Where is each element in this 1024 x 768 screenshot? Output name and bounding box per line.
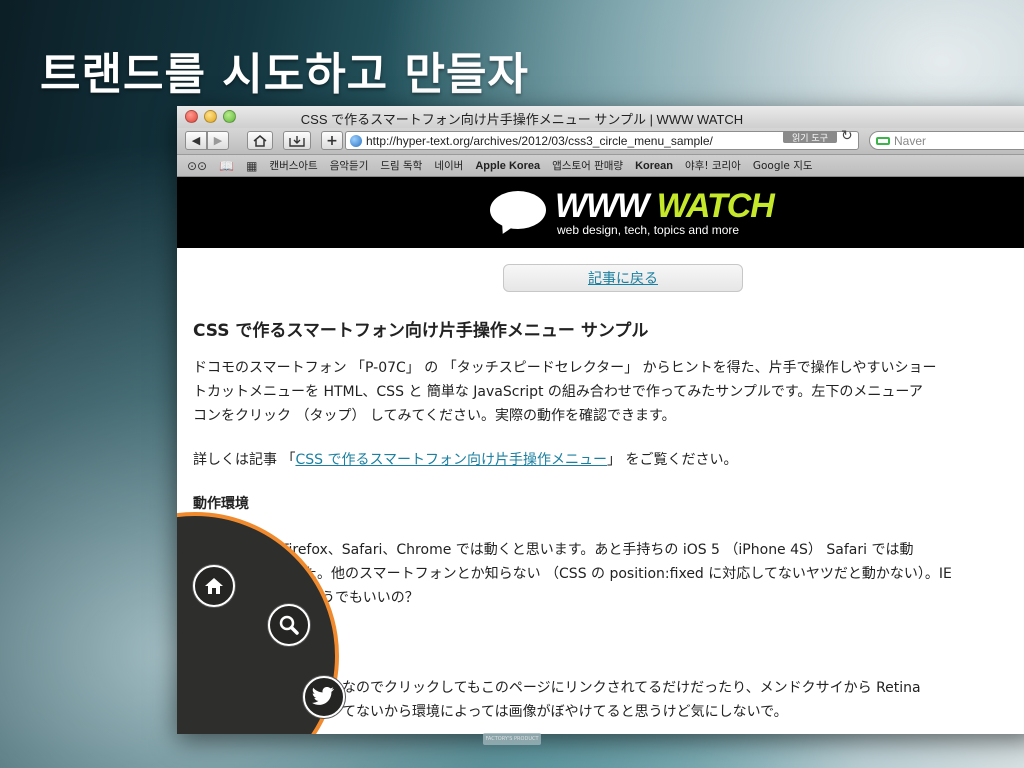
text-line: てないから環境によっては画像がぼやけてると思うけど気にしないで。 bbox=[342, 704, 788, 720]
search-icon bbox=[279, 615, 299, 635]
back-to-article-button[interactable]: 記事に戻る bbox=[503, 264, 743, 292]
bookmark-item[interactable]: Google 지도 bbox=[753, 158, 813, 173]
reader-button[interactable]: 읽기 도구 bbox=[783, 131, 837, 144]
speech-bubble-logo-icon bbox=[490, 191, 546, 229]
site-logo[interactable]: WWW WATCH bbox=[555, 187, 775, 226]
search-placeholder: Naver bbox=[894, 133, 927, 148]
text-line: なのでクリックしてもこのページにリンクされてるだけだったり、メンドクサイから R… bbox=[342, 680, 921, 696]
logo-www: WWW bbox=[555, 187, 649, 225]
toolbar: ◀ ▶ + http://hyper-text.org/archives/201… bbox=[177, 128, 1024, 155]
text-line: ドコモのスマートフォン 「P-07C」 の 「タッチスピードセレクター」 からヒ… bbox=[193, 360, 937, 376]
bookmark-item[interactable]: 캔버스아트 bbox=[269, 158, 317, 173]
back-arrow-icon: ◀ bbox=[191, 134, 201, 147]
home-button[interactable] bbox=[247, 131, 273, 150]
bookmarks-book-icon[interactable]: 📖 bbox=[219, 159, 234, 173]
plus-icon: + bbox=[326, 132, 338, 149]
bookmark-item[interactable]: 네이버 bbox=[434, 158, 463, 173]
forward-arrow-icon: ▶ bbox=[213, 134, 223, 147]
window-title: CSS で作るスマートフォン向け片手操作メニュー サンプル | WWW WATC… bbox=[300, 112, 744, 127]
home-icon bbox=[205, 578, 223, 594]
slide-title: 트랜드를 시도하고 만들자 bbox=[40, 49, 529, 100]
back-to-article-link[interactable]: 記事に戻る bbox=[588, 268, 658, 288]
globe-icon bbox=[350, 134, 362, 147]
title-bar: CSS で作るスマートフォン向け片手操作メニュー サンプル | WWW WATC… bbox=[177, 106, 1024, 128]
text-line: トカットメニューを HTML、CSS と 簡単な JavaScript の組み合… bbox=[193, 384, 923, 400]
bookmark-item[interactable]: 앱스토어 판매량 bbox=[552, 158, 623, 173]
bookmark-item[interactable]: Korean bbox=[635, 160, 673, 172]
browser-window: CSS で作るスマートフォン向け片手操作メニュー サンプル | WWW WATC… bbox=[177, 106, 1024, 734]
bookmark-item[interactable]: 음악듣기 bbox=[330, 158, 369, 173]
back-nav-button[interactable]: ◀ bbox=[185, 131, 207, 150]
section-heading: 動作環境 bbox=[193, 496, 249, 512]
new-tab-button[interactable]: + bbox=[321, 131, 343, 150]
address-bar[interactable]: http://hyper-text.org/archives/2012/03/c… bbox=[345, 131, 859, 150]
menu-home-button[interactable] bbox=[193, 565, 235, 607]
twitter-icon bbox=[312, 687, 335, 705]
detail-paragraph: 詳しくは記事 「CSS で作るスマートフォン向け片手操作メニュー」 をご覧くださ… bbox=[193, 452, 738, 468]
url-text: http://hyper-text.org/archives/2012/03/c… bbox=[366, 133, 713, 148]
text-line: 現在最新版の Firefox、Safari、Chrome では動くと思います。あ… bbox=[193, 542, 914, 558]
search-input[interactable]: Naver bbox=[869, 131, 1024, 150]
top-sites-grid-icon[interactable]: ▦ bbox=[246, 159, 257, 173]
bookmark-tray-icon bbox=[289, 135, 305, 147]
bookmark-item[interactable]: Apple Korea bbox=[475, 160, 540, 172]
logo-watch: WATCH bbox=[656, 187, 775, 225]
article-link[interactable]: CSS で作るスマートフォン向け片手操作メニュー bbox=[295, 452, 607, 468]
bookmark-item[interactable]: 야후! 코리아 bbox=[685, 158, 741, 173]
forward-nav-button[interactable]: ▶ bbox=[207, 131, 229, 150]
footer-badge: FACTORY'S PRODUCT bbox=[483, 733, 541, 745]
site-header: WWW WATCH web design, tech, topics and m… bbox=[177, 177, 1024, 248]
intro-paragraph: ドコモのスマートフォン 「P-07C」 の 「タッチスピードセレクター」 からヒ… bbox=[193, 356, 936, 428]
reload-icon[interactable]: ↻ bbox=[841, 128, 853, 144]
note-paragraph: なのでクリックしてもこのページにリンクされてるだけだったり、メンドクサイから R… bbox=[342, 676, 921, 724]
site-tagline: web design, tech, topics and more bbox=[557, 223, 740, 237]
text-line: コンをクリック （タップ） してみてください。実際の動作を確認できます。 bbox=[193, 408, 676, 424]
bookmarks-bar: ⊙⊙ 📖 ▦ 캔버스아트 음악듣기 드림 독학 네이버 Apple Korea … bbox=[177, 155, 1024, 177]
page-title: CSS で作るスマートフォン向け片手操作メニュー サンプル bbox=[193, 321, 649, 341]
house-icon bbox=[253, 134, 267, 147]
menu-search-button[interactable] bbox=[268, 604, 310, 646]
add-bookmark-button[interactable] bbox=[283, 131, 311, 150]
bookmark-item[interactable]: 드림 독학 bbox=[380, 158, 422, 173]
menu-twitter-button[interactable] bbox=[303, 676, 345, 718]
reading-list-icon[interactable]: ⊙⊙ bbox=[187, 159, 207, 173]
naver-logo-icon bbox=[876, 136, 890, 145]
